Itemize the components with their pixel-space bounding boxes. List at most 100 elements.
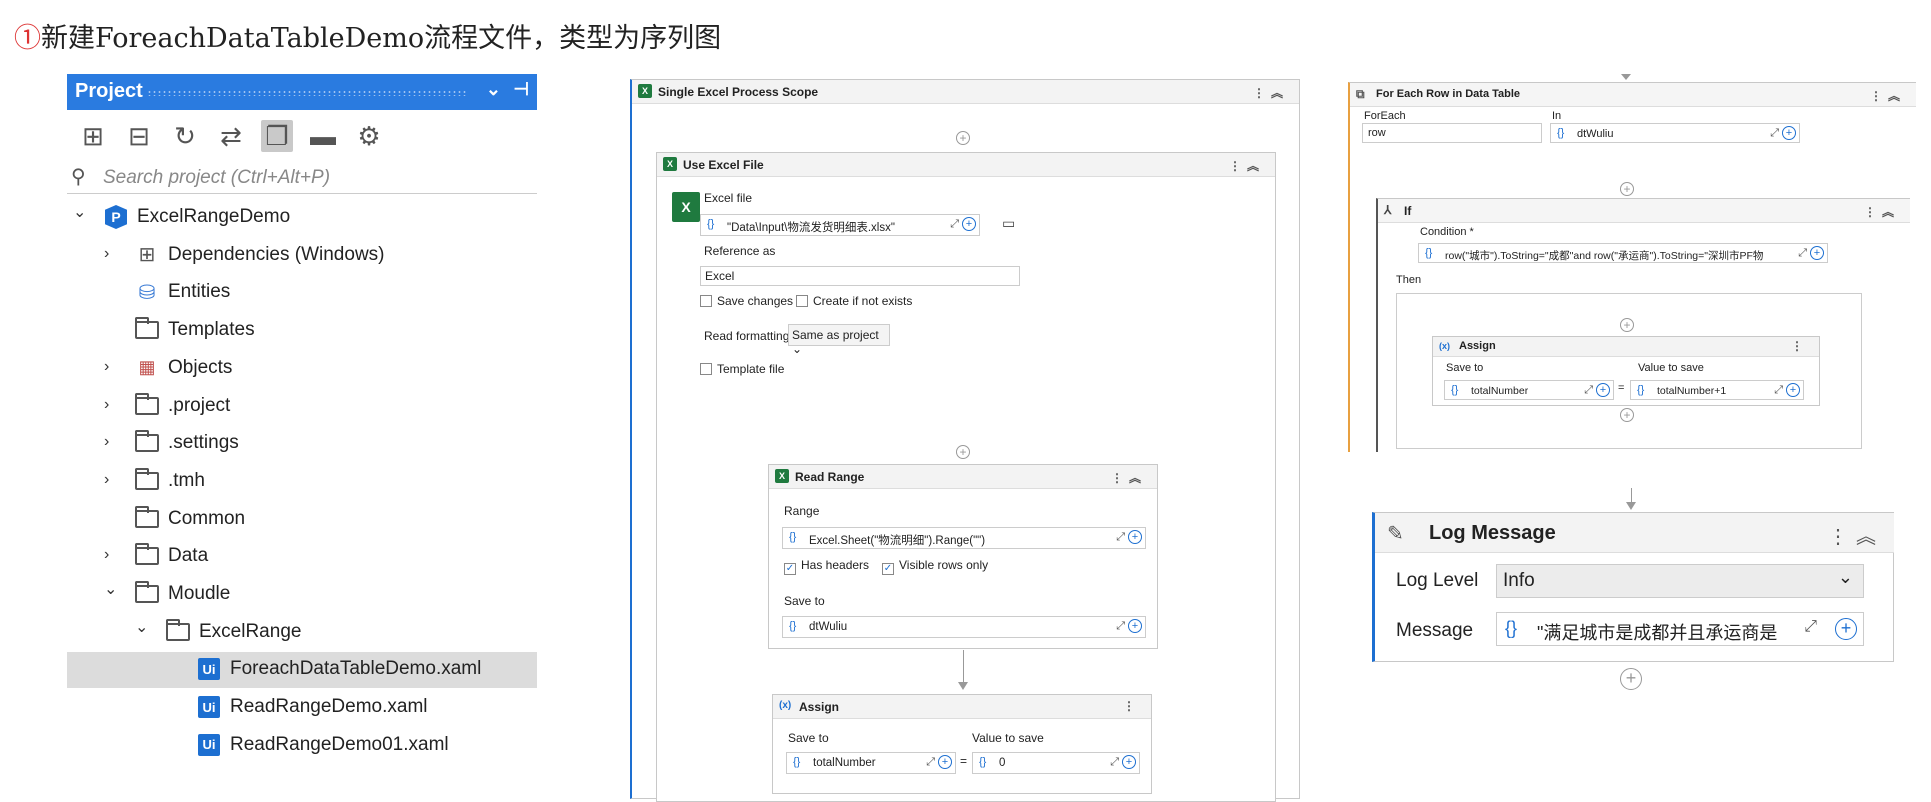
menu-collapse-icon[interactable]: ⋮︽ bbox=[1111, 469, 1147, 486]
expand-all-icon[interactable]: ⊞ bbox=[77, 120, 109, 152]
plus-icon[interactable]: + bbox=[1810, 246, 1824, 260]
expand-icon[interactable]: ⤢ bbox=[1116, 620, 1125, 633]
menu-icon[interactable]: ⋮ bbox=[1791, 339, 1809, 353]
tree-item[interactable]: › .project bbox=[67, 389, 537, 425]
search-bar[interactable]: ⚲ Search project (Ctrl+Alt+P) bbox=[67, 164, 537, 194]
add-activity-icon[interactable]: + bbox=[956, 131, 970, 145]
add-activity-icon[interactable]: + bbox=[1620, 668, 1642, 690]
condition-field[interactable]: {} row("城市").ToString="成都"and row("承运商").… bbox=[1418, 243, 1828, 263]
chevron-right-icon[interactable]: › bbox=[104, 433, 109, 451]
excel-file-field[interactable]: {} "Data\Input\物流发货明细表.xlsx" ⤢ + bbox=[700, 214, 980, 236]
has-headers-checkbox[interactable]: ✓ Has headers bbox=[784, 558, 869, 575]
assign2-value-field[interactable]: {} totalNumber+1 ⤢ + bbox=[1630, 380, 1804, 400]
message-label: Message bbox=[1396, 620, 1474, 641]
reference-as-input[interactable]: Excel bbox=[700, 266, 1020, 286]
condition-label: Condition * bbox=[1420, 226, 1474, 238]
tree-item[interactable]: ⌄ P ExcelRangeDemo bbox=[67, 200, 537, 236]
tree-item[interactable]: Common bbox=[67, 502, 537, 538]
message-field[interactable]: {} "满足城市是成都并且承运商是深 ⤢ + bbox=[1496, 612, 1864, 646]
expand-icon[interactable]: ⤢ bbox=[1774, 384, 1783, 397]
menu-icon[interactable]: ⋮ bbox=[1123, 699, 1141, 713]
chevron-right-icon[interactable]: › bbox=[104, 358, 109, 376]
if-icon: ⅄ bbox=[1384, 203, 1392, 217]
assign2-save-to-value: totalNumber bbox=[1471, 385, 1529, 397]
plus-icon[interactable]: + bbox=[1835, 618, 1857, 640]
save-to-value: dtWuliu bbox=[809, 621, 848, 633]
open-folder-icon[interactable]: ▬ bbox=[307, 120, 339, 152]
template-file-checkbox[interactable]: Template file bbox=[700, 362, 784, 376]
tree-item[interactable]: ⛁ Entities bbox=[67, 275, 537, 311]
expand-icon[interactable]: ⤢ bbox=[1110, 756, 1119, 769]
visible-rows-checkbox[interactable]: ✓ Visible rows only bbox=[882, 558, 988, 575]
gear-icon[interactable]: ⚙ bbox=[353, 120, 385, 152]
chevron-right-icon[interactable]: › bbox=[104, 471, 109, 489]
menu-collapse-icon[interactable]: ⋮︽ bbox=[1828, 520, 1884, 549]
browse-folder-icon[interactable]: ▭ bbox=[1002, 215, 1015, 232]
foreach-titlebar: ⧉ For Each Row in Data Table ⋮︽ bbox=[1350, 83, 1916, 107]
log-level-select[interactable]: Info ⌄ bbox=[1496, 564, 1864, 598]
assign-activity[interactable]: (x) Assign ⋮ bbox=[772, 694, 1152, 794]
foreach-item-input[interactable]: row bbox=[1362, 123, 1542, 143]
plus-icon[interactable]: + bbox=[1786, 383, 1800, 397]
expand-icon[interactable]: ⤢ bbox=[950, 218, 959, 231]
plus-icon[interactable]: + bbox=[1128, 530, 1142, 544]
chevron-down-icon[interactable]: ⌄ bbox=[73, 202, 86, 222]
save-to-field[interactable]: {} dtWuliu ⤢ + bbox=[782, 616, 1146, 638]
menu-collapse-icon[interactable]: ⋮︽ bbox=[1864, 203, 1900, 220]
add-activity-icon[interactable]: + bbox=[1620, 408, 1634, 422]
scope-titlebar: X Single Excel Process Scope ⋮︽ bbox=[632, 80, 1299, 104]
tree-item[interactable]: Templates bbox=[67, 313, 537, 349]
chevron-down-icon[interactable]: ⌄ bbox=[104, 579, 117, 599]
assign-value-field[interactable]: {} 0 ⤢ + bbox=[972, 752, 1140, 774]
in-collection-field[interactable]: {} dtWuliu ⤢ + bbox=[1550, 123, 1800, 143]
tree-item[interactable]: Ui ForeachDataTableDemo.xaml bbox=[67, 652, 537, 689]
assign-save-to-field[interactable]: {} totalNumber ⤢ + bbox=[786, 752, 956, 774]
tree-item[interactable]: › .settings bbox=[67, 426, 537, 462]
chevron-down-icon[interactable]: ⌄ bbox=[486, 79, 501, 100]
expand-icon[interactable]: ⤢ bbox=[1804, 618, 1817, 636]
tree-item[interactable]: › .tmh bbox=[67, 464, 537, 500]
if-title: If bbox=[1404, 204, 1412, 218]
sync-icon[interactable]: ⇄ bbox=[215, 120, 247, 152]
range-field[interactable]: {} Excel.Sheet("物流明细").Range("") ⤢ + bbox=[782, 527, 1146, 549]
tree-item[interactable]: ⌄ Moudle bbox=[67, 577, 537, 613]
plus-icon[interactable]: + bbox=[1596, 383, 1610, 397]
menu-collapse-icon[interactable]: ⋮︽ bbox=[1253, 84, 1289, 101]
create-if-not-exists-checkbox[interactable]: Create if not exists bbox=[796, 294, 912, 308]
plus-icon[interactable]: + bbox=[1782, 126, 1796, 140]
grip[interactable] bbox=[147, 90, 467, 96]
expand-icon[interactable]: ⤢ bbox=[926, 756, 935, 769]
create-if-not-exists-label: Create if not exists bbox=[813, 294, 913, 308]
collapse-all-icon[interactable]: ⊟ bbox=[123, 120, 155, 152]
menu-collapse-icon[interactable]: ⋮︽ bbox=[1870, 87, 1906, 104]
expand-icon[interactable]: ⤢ bbox=[1584, 384, 1593, 397]
chevron-right-icon[interactable]: › bbox=[104, 245, 109, 263]
show-all-files-icon[interactable]: ❐ bbox=[261, 120, 293, 152]
add-activity-icon[interactable]: + bbox=[1620, 318, 1634, 332]
tree-item[interactable]: Ui ReadRangeDemo01.xaml bbox=[67, 728, 537, 764]
add-activity-icon[interactable]: + bbox=[1620, 182, 1634, 196]
pin-icon[interactable]: ⊣ bbox=[513, 79, 529, 100]
plus-icon[interactable]: + bbox=[938, 755, 952, 769]
expand-icon[interactable]: ⤢ bbox=[1116, 531, 1125, 544]
add-activity-icon[interactable]: + bbox=[956, 445, 970, 459]
plus-icon[interactable]: + bbox=[962, 217, 976, 231]
tree-item[interactable]: ⌄ ExcelRange bbox=[67, 615, 537, 651]
menu-collapse-icon[interactable]: ⋮︽ bbox=[1229, 157, 1265, 174]
chevron-right-icon[interactable]: › bbox=[104, 546, 109, 564]
tree-item[interactable]: › ⊞ Dependencies (Windows) bbox=[67, 238, 537, 274]
expand-icon[interactable]: ⤢ bbox=[1798, 247, 1807, 260]
plus-icon[interactable]: + bbox=[1122, 755, 1136, 769]
search-input[interactable]: Search project (Ctrl+Alt+P) bbox=[103, 167, 330, 189]
save-changes-checkbox[interactable]: Save changes bbox=[700, 294, 793, 308]
tree-item[interactable]: › ▦ Objects bbox=[67, 351, 537, 387]
tree-item[interactable]: Ui ReadRangeDemo.xaml bbox=[67, 690, 537, 726]
assign2-save-to-field[interactable]: {} totalNumber ⤢ + bbox=[1444, 380, 1614, 400]
expand-icon[interactable]: ⤢ bbox=[1770, 127, 1779, 140]
tree-item[interactable]: › Data bbox=[67, 539, 537, 575]
chevron-down-icon[interactable]: ⌄ bbox=[135, 617, 148, 637]
read-formatting-select[interactable]: Same as project ⌄ bbox=[788, 324, 890, 356]
plus-icon[interactable]: + bbox=[1128, 619, 1142, 633]
chevron-right-icon[interactable]: › bbox=[104, 396, 109, 414]
refresh-icon[interactable]: ↻ bbox=[169, 120, 201, 152]
